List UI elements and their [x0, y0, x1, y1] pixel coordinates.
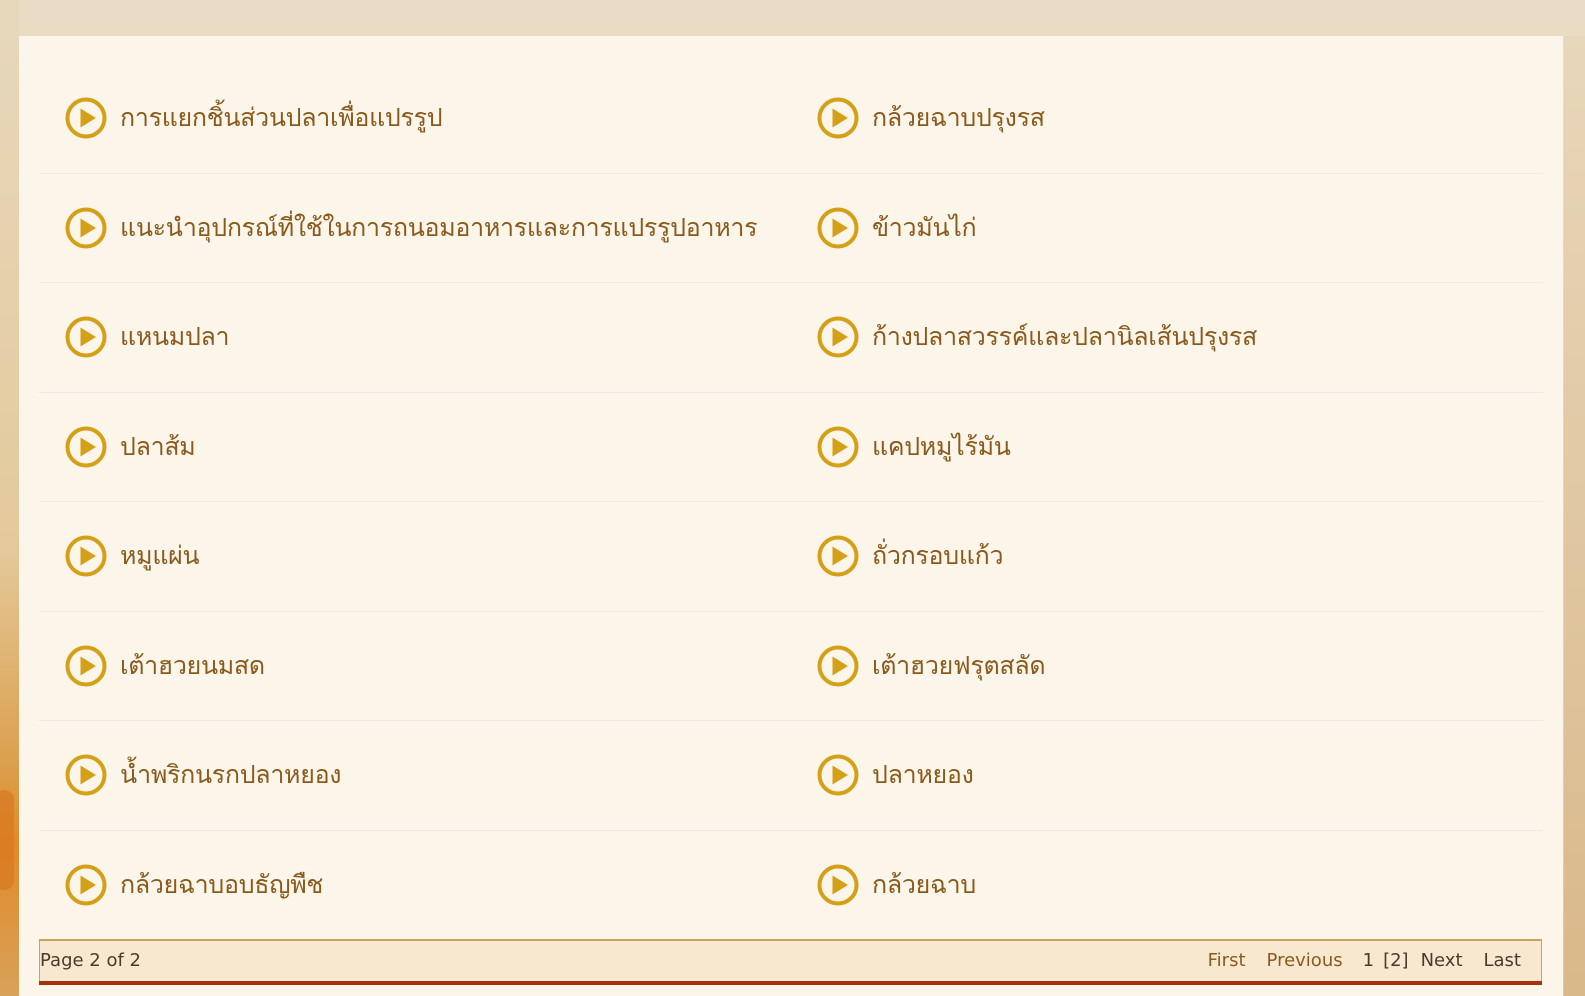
video-title-link[interactable]: กล้วยฉาบอบธัญพืช — [120, 865, 323, 905]
video-title-link[interactable]: เต้าฮวยฟรุตสลัด — [872, 646, 1046, 686]
video-title-link[interactable]: ถั่วกรอบแก้ว — [872, 536, 1004, 576]
background-right-edge — [1564, 36, 1585, 996]
next-page-link[interactable]: Next — [1421, 950, 1463, 971]
page-1-link[interactable]: 1 — [1363, 950, 1374, 971]
play-circle-icon[interactable] — [817, 426, 859, 468]
video-title-link[interactable]: น้ำพริกนรกปลาหยอง — [120, 755, 342, 795]
video-title-link[interactable]: แหนมปลา — [120, 317, 230, 357]
first-page-link[interactable]: First — [1208, 950, 1246, 971]
play-circle-icon[interactable] — [65, 316, 107, 358]
video-title-link[interactable]: ปลาหยอง — [872, 755, 974, 795]
background-left-decoration — [0, 0, 19, 996]
current-page-indicator: [2] — [1383, 950, 1409, 971]
play-circle-icon[interactable] — [817, 754, 859, 796]
video-title-link[interactable]: กล้วยฉาบ — [872, 865, 976, 905]
play-circle-icon[interactable] — [817, 535, 859, 577]
play-circle-icon[interactable] — [817, 316, 859, 358]
video-list-item[interactable]: การแยกชิ้นส่วนปลาเพื่อแปรรูป — [39, 64, 791, 174]
video-title-link[interactable]: หมูแผ่น — [120, 536, 200, 576]
video-list: การแยกชิ้นส่วนปลาเพื่อแปรรูป กล้วยฉาบปรุง… — [39, 64, 1543, 940]
video-title-link[interactable]: การแยกชิ้นส่วนปลาเพื่อแปรรูป — [120, 98, 443, 138]
pagination-bar: Page 2 of 2 First Previous 1 [2] Next La… — [39, 939, 1542, 985]
video-list-item[interactable]: ก้างปลาสวรรค์และปลานิลเส้นปรุงรส — [791, 283, 1543, 393]
video-list-item[interactable]: กล้วยฉาบ — [791, 831, 1543, 941]
video-list-item[interactable]: หมูแผ่น — [39, 502, 791, 612]
play-circle-icon[interactable] — [65, 426, 107, 468]
video-list-item[interactable]: เต้าฮวยนมสด — [39, 612, 791, 721]
page-info: Page 2 of 2 — [40, 950, 141, 971]
video-title-link[interactable]: ข้าวมันไก่ — [872, 208, 977, 248]
video-title-link[interactable]: กล้วยฉาบปรุงรส — [872, 98, 1045, 138]
play-circle-icon[interactable] — [65, 864, 107, 906]
pagination-nav: First Previous 1 [2] Next Last — [1208, 950, 1521, 971]
previous-page-link[interactable]: Previous — [1267, 950, 1343, 971]
video-title-link[interactable]: ปลาส้ม — [120, 427, 196, 467]
play-circle-icon[interactable] — [65, 97, 107, 139]
video-list-item[interactable]: ข้าวมันไก่ — [791, 174, 1543, 283]
video-title-link[interactable]: แนะนำอุปกรณ์ที่ใช้ในการถนอมอาหารและการแป… — [120, 208, 758, 248]
play-circle-icon[interactable] — [65, 754, 107, 796]
video-list-item[interactable]: ปลาหยอง — [791, 721, 1543, 831]
video-list-item[interactable]: เต้าฮวยฟรุตสลัด — [791, 612, 1543, 721]
video-list-panel: การแยกชิ้นส่วนปลาเพื่อแปรรูป กล้วยฉาบปรุง… — [19, 36, 1563, 996]
video-title-link[interactable]: แคปหมูไร้มัน — [872, 427, 1011, 467]
video-list-item[interactable]: แนะนำอุปกรณ์ที่ใช้ในการถนอมอาหารและการแป… — [39, 174, 791, 283]
play-circle-icon[interactable] — [65, 535, 107, 577]
background-blob — [0, 790, 14, 890]
video-list-item[interactable]: กล้วยฉาบปรุงรส — [791, 64, 1543, 174]
video-title-link[interactable]: เต้าฮวยนมสด — [120, 646, 265, 686]
video-list-item[interactable]: ปลาส้ม — [39, 393, 791, 502]
play-circle-icon[interactable] — [817, 97, 859, 139]
play-circle-icon[interactable] — [65, 645, 107, 687]
video-list-item[interactable]: กล้วยฉาบอบธัญพืช — [39, 831, 791, 941]
video-list-item[interactable]: แหนมปลา — [39, 283, 791, 393]
last-page-link[interactable]: Last — [1484, 950, 1522, 971]
video-list-item[interactable]: ถั่วกรอบแก้ว — [791, 502, 1543, 612]
play-circle-icon[interactable] — [65, 207, 107, 249]
video-list-item[interactable]: น้ำพริกนรกปลาหยอง — [39, 721, 791, 831]
play-circle-icon[interactable] — [817, 645, 859, 687]
play-circle-icon[interactable] — [817, 864, 859, 906]
play-circle-icon[interactable] — [817, 207, 859, 249]
video-title-link[interactable]: ก้างปลาสวรรค์และปลานิลเส้นปรุงรส — [872, 317, 1257, 357]
video-list-item[interactable]: แคปหมูไร้มัน — [791, 393, 1543, 502]
